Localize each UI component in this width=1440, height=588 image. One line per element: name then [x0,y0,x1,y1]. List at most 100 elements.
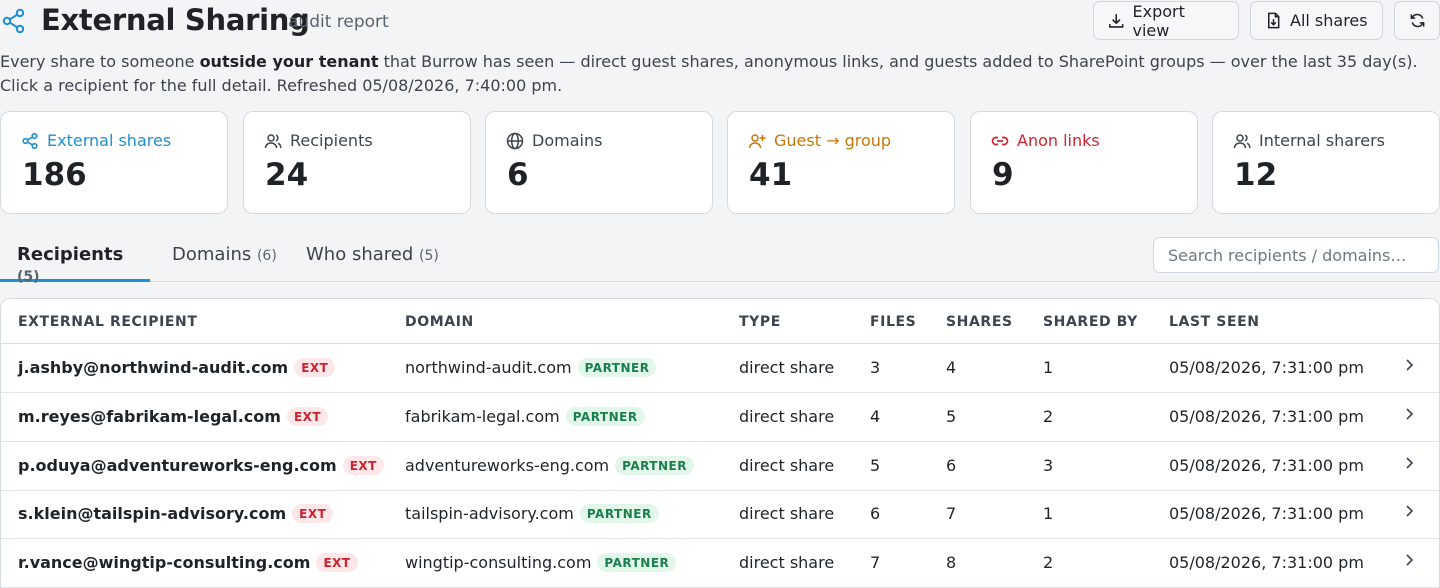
stat-card-internal-sharers: Internal sharers 12 [1212,111,1440,214]
chevron-right-icon[interactable] [1401,455,1417,471]
partner-badge: PARTNER [579,504,659,523]
table-header: EXTERNAL RECIPIENT DOMAIN TYPE FILES SHA… [1,299,1439,344]
recipient-email: m.reyes@fabrikam-legal.com [18,407,281,426]
stat-card-anon-links: Anon links 9 [970,111,1198,214]
recipient-email: s.klein@tailspin-advisory.com [18,504,287,523]
recipient-cell[interactable]: m.reyes@fabrikam-legal.com EXT [18,407,329,426]
chevron-right-icon[interactable] [1401,503,1417,519]
files-cell: 3 [870,358,881,377]
stat-value: 12 [1234,157,1278,193]
shared-by-cell: 1 [1043,358,1054,377]
globe-icon [506,132,524,149]
all-shares-label: All shares [1290,11,1368,30]
recipients-table: EXTERNAL RECIPIENT DOMAIN TYPE FILES SHA… [0,298,1440,588]
recipient-cell[interactable]: p.oduya@adventureworks-eng.com EXT [18,456,384,475]
refresh-icon [1410,13,1424,28]
page-title: External Sharing [41,3,310,37]
table-row[interactable]: r.vance@wingtip-consulting.com EXT wingtip… [1,539,1439,588]
shares-cell: 4 [946,358,957,377]
user-plus-icon [748,133,766,148]
type-cell: direct share [739,407,835,426]
export-view-button[interactable]: Export view [1093,1,1239,40]
chevron-right-icon[interactable] [1401,357,1417,373]
ext-badge: EXT [286,407,329,426]
stat-value: 24 [265,157,309,193]
domain-name: northwind-audit.com [405,358,572,377]
table-row[interactable]: j.ashby@northwind-audit.com EXT northwind-… [1,344,1439,393]
type-cell: direct share [739,456,835,475]
recipient-cell[interactable]: r.vance@wingtip-consulting.com EXT [18,553,358,572]
domain-cell: tailspin-advisory.com PARTNER [405,504,659,523]
shared-by-cell: 3 [1043,456,1054,475]
stat-card-guest-group: Guest → group 41 [727,111,955,214]
column-header: SHARED BY [1043,314,1138,330]
stat-value: 41 [749,157,793,193]
ext-badge: EXT [294,358,336,377]
chevron-right-icon[interactable] [1401,406,1417,422]
recipient-cell[interactable]: s.klein@tailspin-advisory.com EXT [18,504,334,523]
domain-cell: fabrikam-legal.com PARTNER [405,407,645,426]
stat-card-recipients: Recipients 24 [243,111,471,214]
domain-name: wingtip-consulting.com [405,553,592,572]
partner-badge: PARTNER [597,553,677,572]
type-cell: direct share [739,504,835,523]
recipient-email: p.oduya@adventureworks-eng.com [18,456,337,475]
search-input[interactable] [1153,237,1439,273]
column-header: LAST SEEN [1169,314,1260,330]
domain-cell: northwind-audit.com PARTNER [405,358,657,377]
stat-label: Anon links [1017,131,1100,150]
last-seen-cell: 05/08/2026, 7:31:00 pm [1169,553,1364,572]
ext-badge: EXT [316,553,358,572]
stat-card-external-shares: External shares 186 [0,111,228,214]
recipient-email: j.ashby@northwind-audit.com [18,358,289,377]
tab-domains[interactable]: Domains (6) [172,244,277,282]
ext-badge: EXT [342,456,384,475]
column-header: TYPE [739,314,781,330]
table-row[interactable]: p.oduya@adventureworks-eng.com EXT adventu… [1,442,1439,491]
shared-by-cell: 1 [1043,504,1054,523]
all-shares-button[interactable]: All shares [1250,1,1383,40]
type-cell: direct share [739,358,835,377]
recipient-email: r.vance@wingtip-consulting.com [18,553,311,572]
export-view-label: Export view [1132,1,1185,40]
tab-recipients[interactable]: Recipients (5) [0,244,150,285]
chevron-right-icon[interactable] [1401,552,1417,568]
last-seen-cell: 05/08/2026, 7:31:00 pm [1169,504,1364,523]
stat-label: Guest → group [774,131,892,150]
stat-value: 9 [992,157,1014,193]
shares-cell: 7 [946,504,957,523]
tab-who-shared[interactable]: Who shared (5) [306,244,439,282]
stat-label: Recipients [290,131,373,150]
page-subtitle: audit report [288,12,389,32]
last-seen-cell: 05/08/2026, 7:31:00 pm [1169,456,1364,475]
column-header: DOMAIN [405,314,474,330]
users-icon [264,133,282,148]
users-icon [1233,133,1251,148]
page-header: External Sharing audit report Export vie… [0,0,1440,46]
shared-by-cell: 2 [1043,407,1054,426]
stat-label: Domains [532,131,603,150]
column-header: FILES [870,314,917,330]
files-cell: 6 [870,504,881,523]
link-icon [991,136,1009,145]
recipient-cell[interactable]: j.ashby@northwind-audit.com EXT [18,358,336,377]
file-export-icon [1268,12,1280,29]
stat-label: Internal sharers [1259,131,1386,150]
domain-name: fabrikam-legal.com [405,407,560,426]
stat-label: External shares [47,131,172,150]
last-seen-cell: 05/08/2026, 7:31:00 pm [1169,407,1364,426]
share-icon [2,8,25,34]
table-row[interactable]: m.reyes@fabrikam-legal.com EXT fabrikam-le… [1,393,1439,442]
download-icon [1109,14,1124,28]
type-cell: direct share [739,553,835,572]
shares-cell: 6 [946,456,957,475]
table-row[interactable]: s.klein@tailspin-advisory.com EXT tailspin… [1,490,1439,539]
domain-name: tailspin-advisory.com [405,504,574,523]
partner-badge: PARTNER [565,407,645,426]
stat-value: 6 [507,157,529,193]
files-cell: 7 [870,553,881,572]
files-cell: 5 [870,456,881,475]
refresh-button[interactable] [1394,1,1440,40]
last-seen-cell: 05/08/2026, 7:31:00 pm [1169,358,1364,377]
share-icon [22,132,38,149]
